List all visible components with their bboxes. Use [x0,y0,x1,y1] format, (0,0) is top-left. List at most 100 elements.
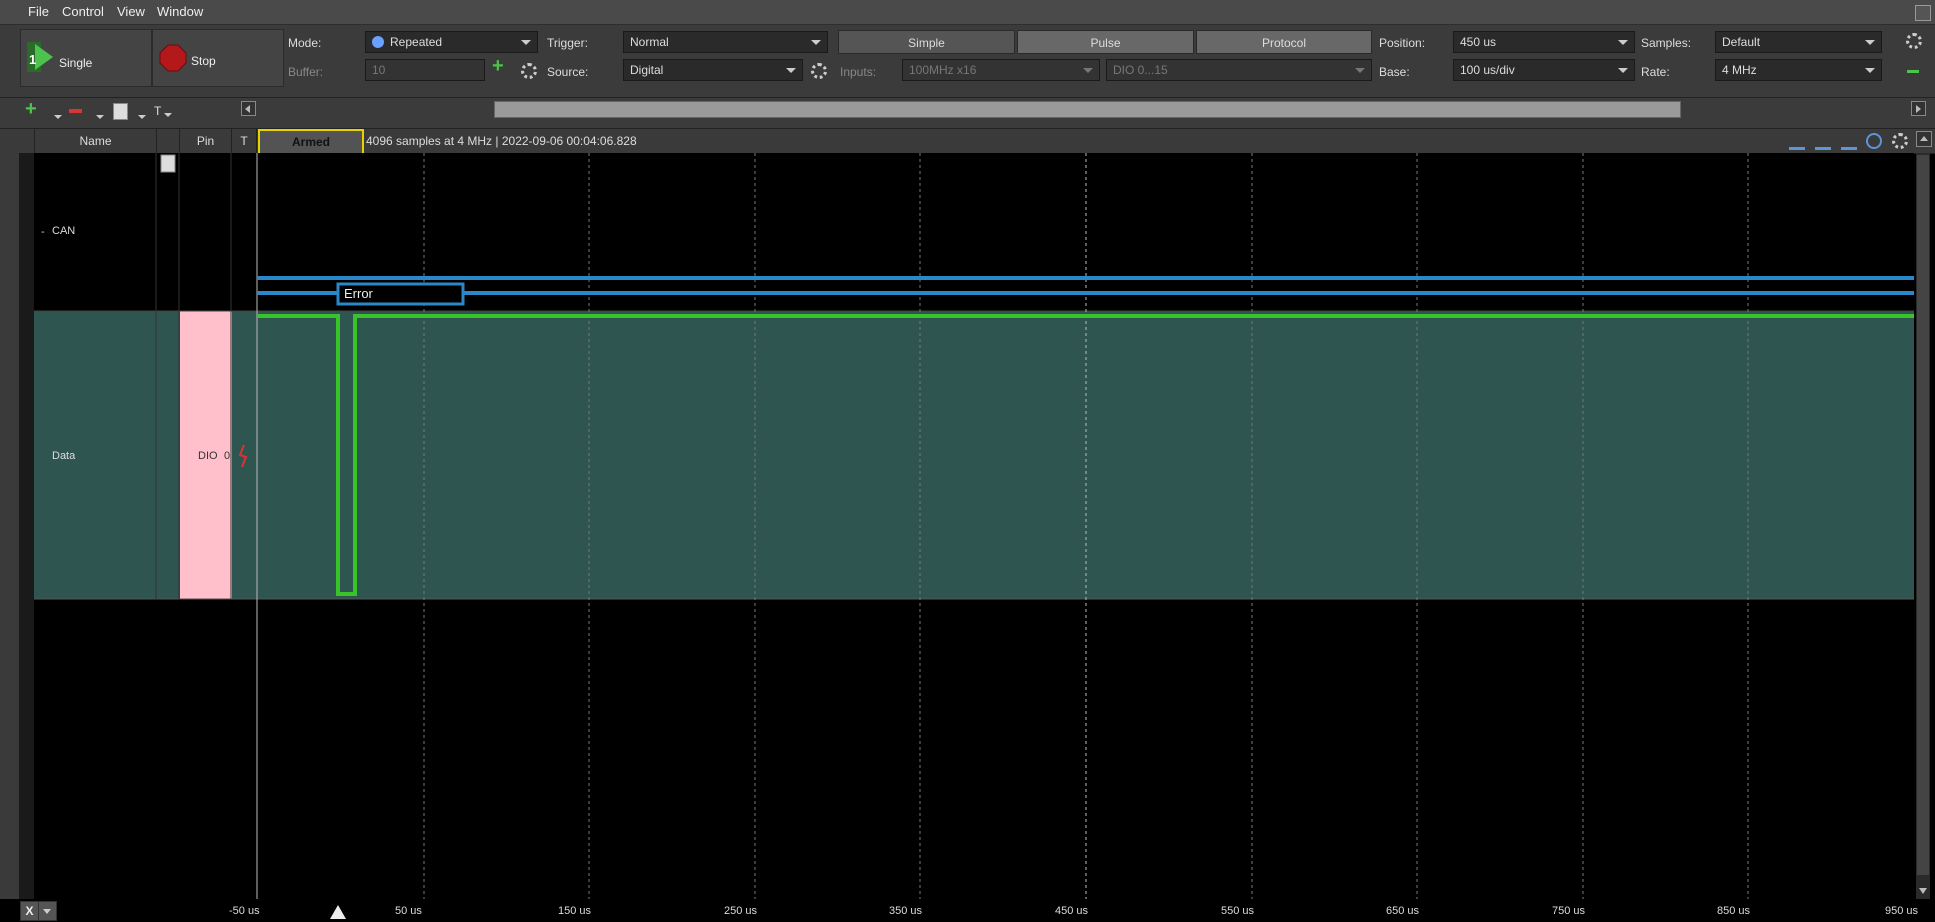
add-icon[interactable]: + [492,55,504,78]
base-label: Base: [1379,65,1410,79]
gear-icon[interactable] [521,63,537,79]
align-right-icon[interactable] [1841,135,1857,150]
tick-label: 150 us [558,905,592,917]
mode-value: Repeated [390,35,443,49]
channel-name-can[interactable]: CAN [52,225,75,237]
gear-icon[interactable] [1892,133,1908,149]
base-select[interactable]: 100 us/div [1453,59,1635,81]
tick-label: 950 us [1885,905,1919,917]
position-label: Position: [1379,36,1426,50]
zoom-icon[interactable] [1866,133,1882,149]
horizontal-scrollbar[interactable] [494,101,1681,118]
repeat-icon [372,36,384,48]
samples-value: Default [1722,35,1761,49]
buffer-label: Buffer: [288,65,324,79]
chevron-down-icon[interactable] [138,115,146,119]
add-channel-icon[interactable]: + [25,98,37,121]
single-badge: 1 [29,52,37,67]
gear-icon[interactable] [1906,33,1922,49]
capture-info: 4096 samples at 4 MHz | 2022-09-06 00:04… [366,134,637,148]
trigger-value: Normal [630,35,669,49]
tab-simple[interactable]: Simple [838,30,1015,54]
tick-label: 350 us [889,905,923,917]
x-axis-button[interactable]: X [20,901,39,921]
chevron-down-icon[interactable] [54,115,62,119]
header-spacer [20,129,35,153]
scroll-right-button[interactable] [1911,101,1926,116]
trigger-select[interactable]: Normal [623,31,828,53]
trigger-label: Trigger: [547,36,588,50]
chevron-left-icon [245,105,250,113]
vertical-scroll-thumb[interactable] [1917,155,1929,875]
x-axis-menu[interactable] [38,901,57,921]
scroll-left-button[interactable] [241,101,256,116]
inputs-value: 100MHz x16 [909,63,977,77]
row-gutter [19,153,34,899]
tick-label: 50 us [395,905,422,917]
stop-label: Stop [191,54,216,68]
buffer-value: 10 [372,63,386,77]
channels-select[interactable]: DIO 0...15 [1106,59,1372,81]
tab-pulse[interactable]: Pulse [1017,30,1194,54]
chevron-down-icon [1618,68,1628,73]
gear-icon[interactable] [811,63,827,79]
tab-protocol[interactable]: Protocol [1196,30,1372,54]
tick-label: 850 us [1717,905,1751,917]
header-t[interactable]: T [232,129,257,153]
tick-label: 450 us [1055,905,1089,917]
collapse-icon[interactable] [1907,70,1919,73]
single-button[interactable]: 1 Single [20,29,152,87]
scroll-up-button[interactable] [1916,131,1932,147]
can-collapse-toggle[interactable]: - [41,226,45,238]
waveform-plot [0,153,1930,899]
rate-label: Rate: [1641,65,1670,79]
base-value: 100 us/div [1460,63,1515,77]
tick-label: 250 us [724,905,758,917]
channel-name-data[interactable]: Data [52,450,75,462]
mode-select[interactable]: Repeated [365,31,538,53]
chevron-right-icon [1916,105,1921,113]
position-value: 450 us [1460,35,1497,49]
inputs-select[interactable]: 100MHz x16 [902,59,1100,81]
align-center-icon[interactable] [1815,135,1831,150]
chevron-down-icon [811,40,821,45]
rate-select[interactable]: 4 MHz [1715,59,1882,81]
menu-view[interactable]: View [117,4,145,19]
stop-button[interactable]: Stop [152,29,284,87]
export-icon[interactable] [113,103,128,120]
samples-select[interactable]: Default [1715,31,1882,53]
mode-label: Mode: [288,36,322,50]
chevron-down-icon[interactable] [164,113,172,117]
maximize-icon[interactable] [1915,5,1931,21]
rate-value: 4 MHz [1722,63,1757,77]
chevron-down-icon [1618,40,1628,45]
tick-label: 650 us [1386,905,1420,917]
chevron-down-icon [1083,68,1093,73]
position-input[interactable]: 450 us [1453,31,1635,53]
header-pin[interactable]: Pin [180,129,232,153]
trigger-position-marker[interactable] [330,905,346,919]
tick-label: 550 us [1221,905,1255,917]
channels-value: DIO 0...15 [1113,63,1168,77]
tick-label: 750 us [1552,905,1586,917]
data-row[interactable] [34,311,1914,599]
source-label: Source: [547,65,589,79]
menu-window[interactable]: Window [157,4,203,19]
menu-file[interactable]: File [28,4,49,19]
menu-bar: File Control View Window [0,0,1935,25]
toolbar: 1 Single Stop Mode: Repeated Buffer: 10 … [0,25,1935,98]
chevron-down-icon [1865,68,1875,73]
buffer-spinbox[interactable]: 10 [365,59,485,81]
header-name[interactable]: Name [35,129,157,153]
chevron-up-icon [1920,136,1928,141]
chevron-down-icon[interactable] [96,115,104,119]
can-row[interactable] [34,153,1914,311]
remove-channel-icon[interactable] [69,109,82,113]
menu-control[interactable]: Control [62,4,104,19]
source-select[interactable]: Digital [623,59,803,81]
align-left-icon[interactable] [1789,135,1805,150]
channel-pin-data: DIO [198,450,218,462]
export-icon[interactable] [160,154,176,173]
samples-label: Samples: [1641,36,1692,50]
t-menu[interactable]: T [154,104,161,118]
